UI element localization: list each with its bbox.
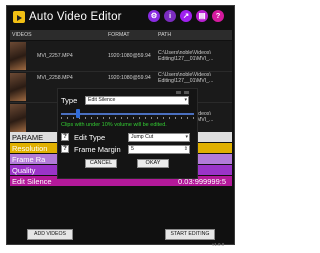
slider-ticks [61, 117, 194, 119]
video-thumbnail [10, 73, 26, 101]
chevron-down-icon: ▾ [184, 97, 187, 103]
frame-margin-stepper[interactable]: 5 ⇕ [128, 145, 190, 154]
app-window: Auto Video Editor ⚙ i ↗ ▤ ? VIDEOS FORMA… [6, 5, 235, 247]
slider-track [61, 113, 194, 115]
video-thumbnail [10, 42, 26, 70]
volume-slider[interactable] [61, 109, 194, 119]
video-table-header: VIDEOS FORMAT PATH [10, 30, 232, 40]
type-label: Type [61, 96, 78, 105]
video-name: MVI_2258.MP4 [37, 75, 73, 81]
type-select[interactable]: Edit Silence ▾ [85, 96, 189, 105]
dialog-minimize-icon[interactable] [176, 91, 181, 94]
video-format: 1920:1080@59.94 [108, 53, 151, 59]
version-label: v1.0.0 [212, 242, 225, 247]
app-logo-icon [13, 11, 25, 23]
cancel-button[interactable]: CANCEL [85, 159, 117, 168]
chevron-down-icon: ▾ [185, 134, 188, 140]
video-thumbnail [10, 104, 26, 132]
param-label: Resolution [12, 144, 48, 153]
frame-margin-value: 5 [131, 146, 134, 152]
param-label: Edit Silence [12, 177, 52, 186]
share-icon[interactable]: ↗ [180, 10, 192, 22]
frame-margin-label: Frame Margin [74, 145, 121, 154]
window-title: Auto Video Editor [29, 11, 122, 23]
gear-icon[interactable]: ⚙ [148, 10, 160, 22]
video-name: MVI_2257.MP4 [37, 53, 73, 59]
table-row[interactable]: MVI_2257.MP4 1920:1080@59.94 C:\Users\no… [10, 41, 232, 72]
edit-dialog: Type Edit Silence ▾ Clips with under 10%… [57, 88, 198, 179]
add-videos-button[interactable]: ADD VIDEOS [27, 229, 73, 240]
column-path[interactable]: PATH [158, 32, 171, 38]
param-label: Frame Ra [12, 155, 46, 164]
help-icon[interactable]: ? [212, 10, 224, 22]
folder-icon[interactable]: ▤ [196, 10, 208, 22]
column-format[interactable]: FORMAT [108, 32, 130, 38]
parameters-header-label: PARAME [12, 133, 44, 142]
edit-type-label: Edit Type [74, 133, 106, 142]
start-editing-button[interactable]: START EDITING [165, 229, 215, 240]
param-label: Quality [12, 166, 36, 175]
info-icon[interactable]: i [164, 10, 176, 22]
video-format: 1920:1080@59.94 [108, 75, 151, 81]
edit-type-help-icon[interactable]: ? [61, 133, 69, 141]
column-videos[interactable]: VIDEOS [12, 32, 32, 38]
dialog-close-icon[interactable] [184, 91, 189, 94]
video-path-line-2: Editing\127__01\MVI_... [158, 56, 214, 62]
type-select-value: Edit Silence [88, 97, 116, 103]
slider-thumb[interactable] [76, 109, 80, 118]
volume-note: Clips with under 10% volume will be edit… [61, 122, 167, 128]
okay-button[interactable]: OKAY [137, 159, 169, 168]
frame-margin-help-icon[interactable]: ? [61, 145, 69, 153]
edit-type-value: Jump Cut [131, 134, 154, 140]
spin-arrows-icon[interactable]: ⇕ [184, 146, 188, 153]
video-path-line-2: Editing\127__01\MVI_... [158, 78, 214, 84]
edit-type-select[interactable]: Jump Cut ▾ [128, 133, 190, 142]
